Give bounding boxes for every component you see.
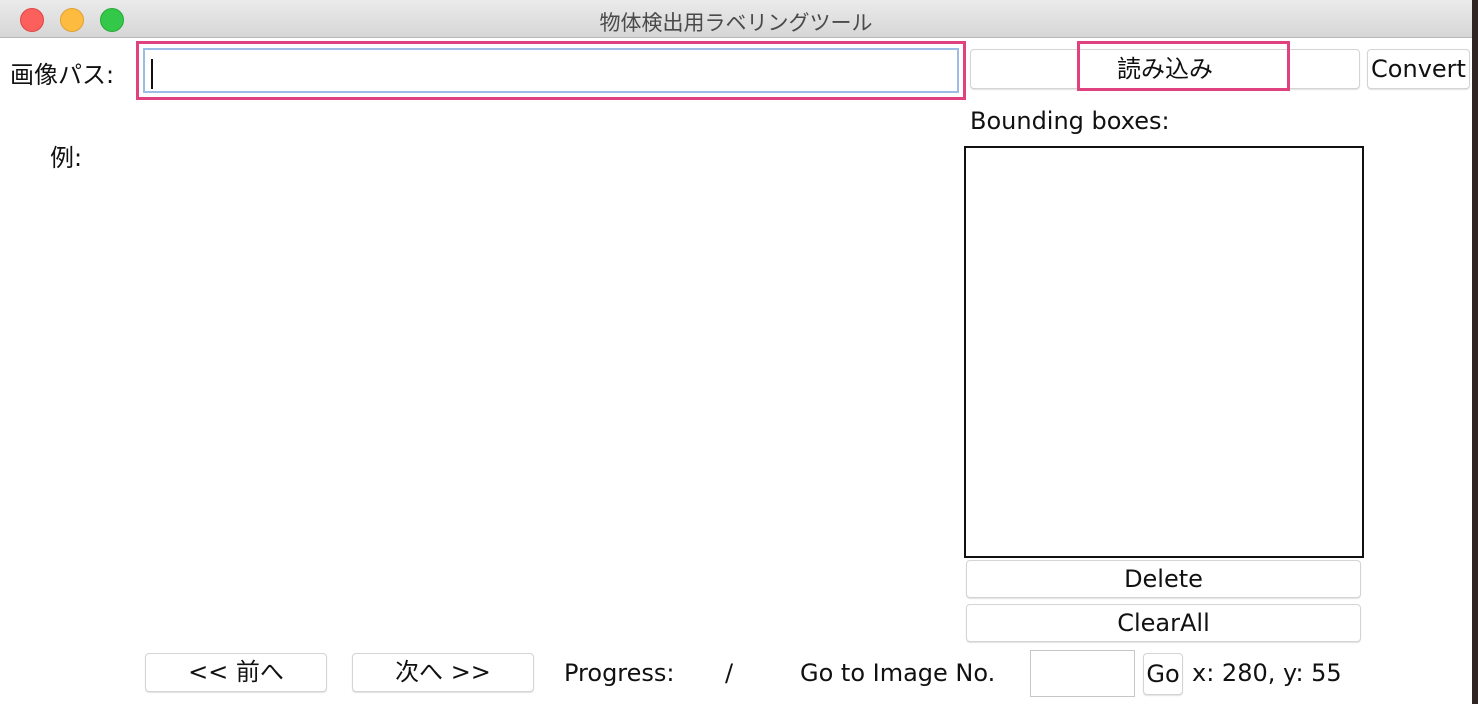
progress-label: Progress:	[564, 659, 675, 687]
bounding-boxes-label: Bounding boxes:	[970, 107, 1170, 135]
convert-button-label: Convert	[1371, 55, 1466, 83]
image-path-label: 画像パス:	[10, 61, 115, 89]
text-caret	[151, 59, 153, 89]
cursor-coordinates: x: 280, y: 55	[1192, 659, 1342, 687]
goto-image-input[interactable]	[1030, 650, 1135, 697]
go-button-label: Go	[1146, 660, 1180, 688]
delete-button[interactable]: Delete	[966, 560, 1361, 598]
delete-button-label: Delete	[1124, 565, 1203, 593]
goto-image-label: Go to Image No.	[800, 659, 996, 687]
example-label: 例:	[50, 144, 83, 172]
clear-all-button-label: ClearAll	[1117, 609, 1210, 637]
image-path-highlight	[136, 41, 966, 100]
previous-button[interactable]: << 前へ	[145, 653, 327, 692]
image-path-input[interactable]	[143, 48, 959, 93]
window-title: 物体検出用ラベリングツール	[599, 11, 873, 35]
background-desktop-edge	[1472, 0, 1478, 704]
previous-button-label: << 前へ	[188, 658, 284, 686]
progress-value: /	[725, 659, 734, 687]
load-button-highlight	[1077, 41, 1290, 91]
clear-all-button[interactable]: ClearAll	[966, 604, 1361, 642]
title-bar: 物体検出用ラベリングツール	[0, 0, 1472, 38]
next-button[interactable]: 次へ >>	[352, 653, 534, 692]
app-window: 物体検出用ラベリングツール 画像パス: 読み込み Convert 例: Boun…	[0, 0, 1472, 704]
bounding-boxes-list[interactable]	[964, 146, 1364, 558]
go-button[interactable]: Go	[1143, 653, 1183, 695]
convert-button[interactable]: Convert	[1367, 49, 1470, 89]
next-button-label: 次へ >>	[395, 658, 491, 686]
